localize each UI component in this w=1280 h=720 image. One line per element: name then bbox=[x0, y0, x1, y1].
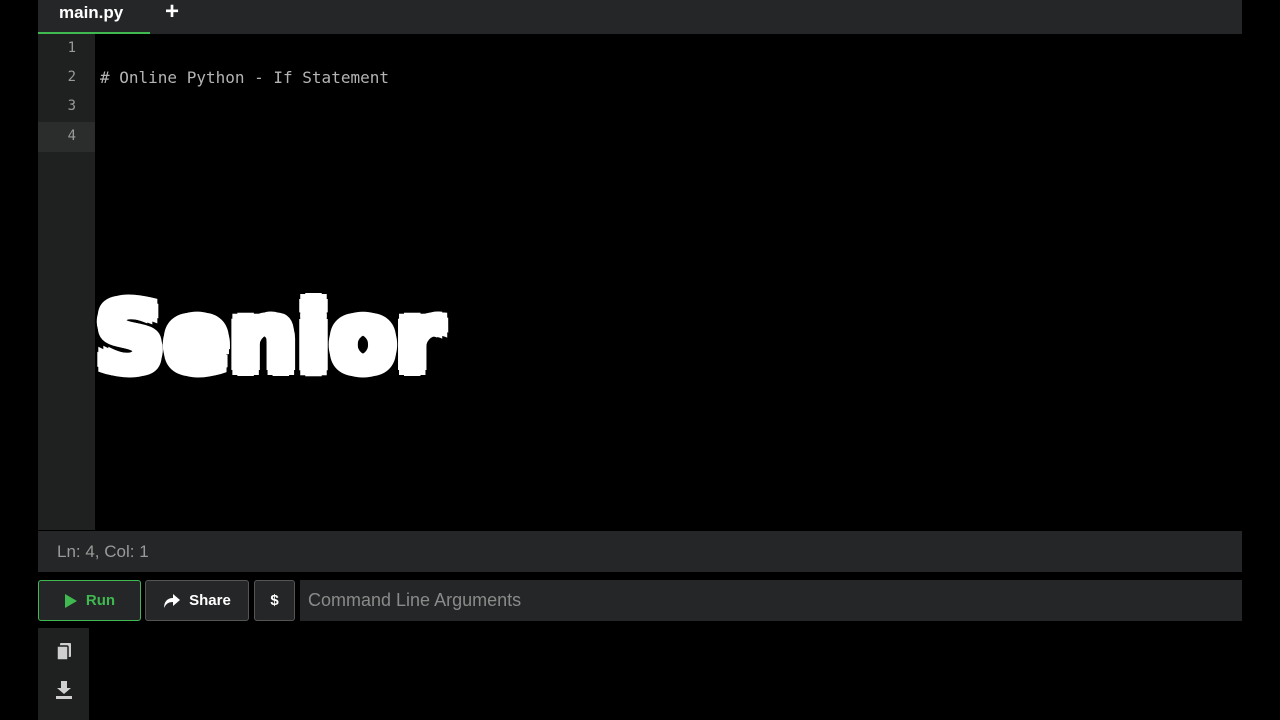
copy-icon[interactable] bbox=[53, 640, 75, 662]
run-button[interactable]: Run bbox=[38, 580, 141, 621]
output-sidebar bbox=[38, 628, 89, 720]
action-bar: Run Share $ bbox=[38, 572, 1242, 628]
run-button-label: Run bbox=[85, 592, 116, 609]
share-button[interactable]: Share bbox=[145, 580, 249, 621]
code-editor[interactable]: # Online Python - If Statement bbox=[100, 34, 1230, 530]
line-number: 2 bbox=[67, 69, 76, 85]
share-arrow-icon bbox=[164, 593, 181, 608]
download-icon[interactable] bbox=[53, 679, 75, 701]
tab-main-py[interactable]: main.py bbox=[38, 0, 150, 34]
command-line-arguments-input[interactable] bbox=[300, 580, 1242, 621]
line-number-gutter: 1 2 3 4 bbox=[38, 34, 95, 530]
play-icon bbox=[64, 593, 77, 608]
tab-bar: main.py + bbox=[38, 0, 1242, 34]
line-number: 3 bbox=[67, 98, 76, 114]
dollar-icon: $ bbox=[270, 592, 279, 609]
code-line[interactable]: # Online Python - If Statement bbox=[100, 63, 389, 92]
line-number: 1 bbox=[67, 40, 76, 56]
share-button-label: Share bbox=[189, 592, 231, 609]
command-args-toggle-button[interactable]: $ bbox=[254, 580, 295, 621]
cursor-position-status: Ln: 4, Col: 1 bbox=[38, 531, 1242, 572]
overlay-caption: Senior bbox=[94, 284, 445, 393]
add-tab-button[interactable]: + bbox=[160, 0, 184, 26]
line-number: 4 bbox=[67, 128, 76, 144]
